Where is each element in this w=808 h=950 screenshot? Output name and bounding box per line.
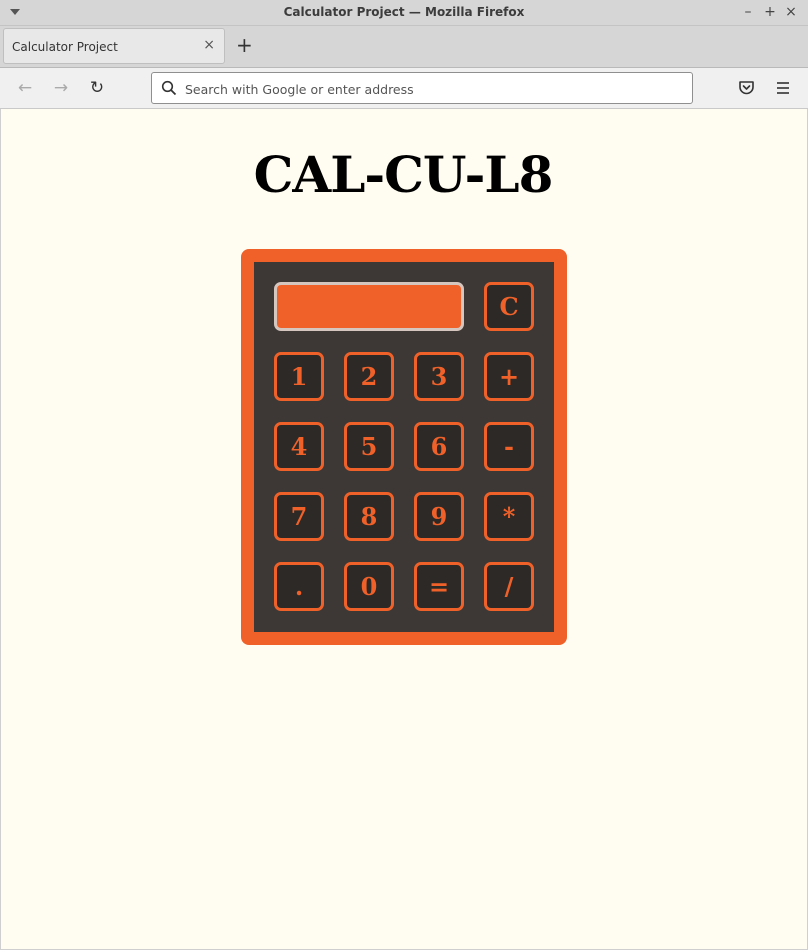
reload-icon[interactable]: ↻ bbox=[86, 77, 108, 99]
hamburger-menu-icon[interactable] bbox=[776, 81, 790, 95]
forward-arrow-icon[interactable]: → bbox=[50, 77, 72, 99]
calculator-display bbox=[274, 282, 464, 331]
key-4-button[interactable]: 4 bbox=[274, 422, 324, 471]
decimal-button[interactable]: . bbox=[274, 562, 324, 611]
navigation-toolbar: ← → ↻ bbox=[0, 68, 808, 109]
key-6-button[interactable]: 6 bbox=[414, 422, 464, 471]
new-tab-icon[interactable]: + bbox=[236, 34, 253, 56]
maximize-icon[interactable]: + bbox=[761, 3, 779, 21]
page-title: CAL-CU-L8 bbox=[253, 145, 554, 204]
multiply-button[interactable]: * bbox=[484, 492, 534, 541]
add-button[interactable]: + bbox=[484, 352, 534, 401]
key-7-button[interactable]: 7 bbox=[274, 492, 324, 541]
key-5-button[interactable]: 5 bbox=[344, 422, 394, 471]
pocket-icon[interactable] bbox=[738, 80, 755, 96]
close-window-icon[interactable]: × bbox=[782, 3, 800, 21]
key-8-button[interactable]: 8 bbox=[344, 492, 394, 541]
subtract-button[interactable]: - bbox=[484, 422, 534, 471]
key-9-button[interactable]: 9 bbox=[414, 492, 464, 541]
address-bar[interactable] bbox=[151, 72, 693, 104]
equals-button[interactable]: = bbox=[414, 562, 464, 611]
key-3-button[interactable]: 3 bbox=[414, 352, 464, 401]
window-titlebar: Calculator Project — Mozilla Firefox – +… bbox=[0, 0, 808, 26]
close-tab-icon[interactable]: × bbox=[203, 37, 215, 53]
calculator-body: C 1 2 3 + 4 5 6 - 7 8 9 * . 0 = / bbox=[254, 262, 554, 632]
key-0-button[interactable]: 0 bbox=[344, 562, 394, 611]
minimize-icon[interactable]: – bbox=[739, 3, 757, 21]
key-2-button[interactable]: 2 bbox=[344, 352, 394, 401]
calculator: C 1 2 3 + 4 5 6 - 7 8 9 * . 0 = / bbox=[241, 249, 567, 645]
tab-calculator-project[interactable]: Calculator Project × bbox=[3, 28, 225, 64]
divide-button[interactable]: / bbox=[484, 562, 534, 611]
search-icon bbox=[161, 80, 177, 96]
back-arrow-icon[interactable]: ← bbox=[14, 77, 36, 99]
window-title: Calculator Project — Mozilla Firefox bbox=[283, 5, 525, 19]
tab-strip: Calculator Project × + bbox=[0, 26, 808, 68]
clear-button[interactable]: C bbox=[484, 282, 534, 331]
tab-label: Calculator Project bbox=[12, 40, 118, 54]
key-1-button[interactable]: 1 bbox=[274, 352, 324, 401]
url-input[interactable] bbox=[185, 79, 675, 99]
